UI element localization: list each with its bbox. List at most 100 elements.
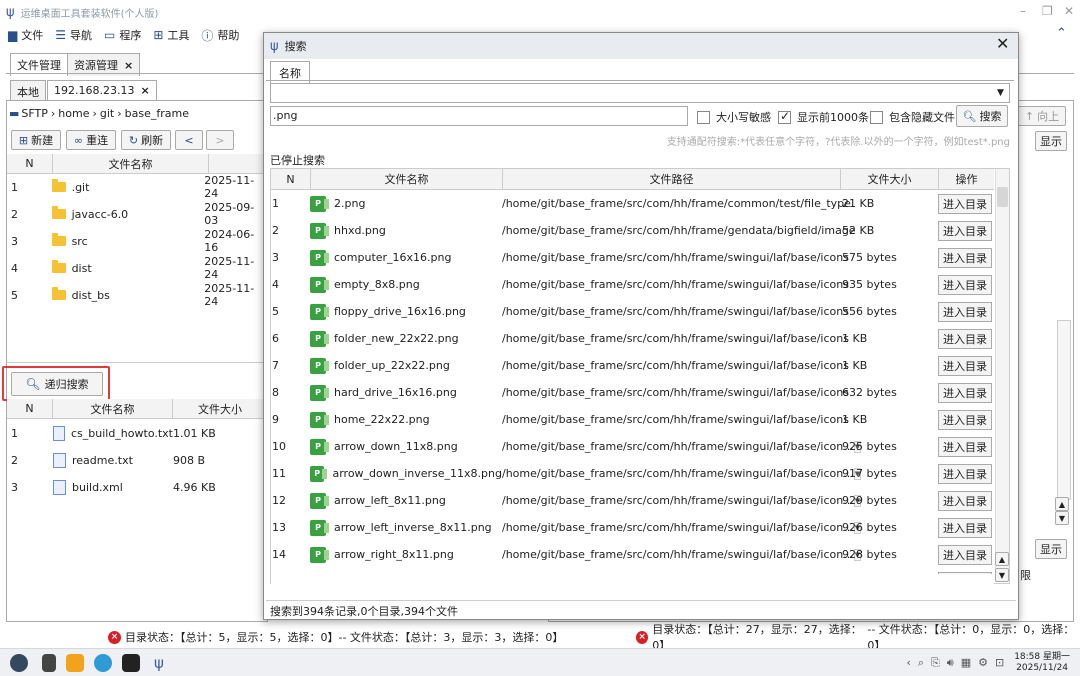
status-left: × 目录状态：【总计：5，显示：5，选择：0】 -- 文件状态：【总计：3，显示：… (108, 627, 563, 647)
app-logo-icon[interactable]: ψ (150, 654, 168, 672)
row-path: /home/git/base_frame/src/com/hh/frame/sw… (502, 251, 849, 264)
col-path[interactable]: 文件路径 (503, 169, 841, 189)
enter-directory-button[interactable]: 进入目录 (938, 544, 992, 565)
recursive-search-button[interactable]: 🔍︎ 递归搜索 (11, 372, 103, 396)
enter-directory-button[interactable]: 进入目录 (938, 382, 992, 403)
file-manager-icon[interactable] (66, 653, 84, 672)
scroll-up-button[interactable]: ▲ (1055, 497, 1069, 511)
scroll-down-button[interactable]: ▼ (1055, 511, 1069, 525)
result-row[interactable]: 7 Pfolder_up_22x22.png /home/git/base_fr… (270, 352, 1010, 379)
multitask-view-icon[interactable] (42, 653, 56, 672)
result-row[interactable]: 9 Phome_22x22.png /home/git/base_frame/s… (270, 406, 1010, 433)
breadcrumb-item[interactable]: base_frame (125, 107, 189, 120)
close-tab-icon[interactable]: × (124, 59, 133, 72)
table-row[interactable]: 5 dist_bs 2025-11-24 (11, 282, 266, 308)
show-button[interactable]: 显示 (1035, 131, 1067, 151)
row-date: 2025-09-03 (204, 201, 255, 227)
search-input[interactable]: .png (270, 106, 688, 126)
refresh-button[interactable]: ↻ 刷新 (121, 130, 171, 150)
table-row[interactable]: 1 .git 2025-11-24 (11, 174, 266, 200)
breadcrumb-item[interactable]: home (58, 107, 89, 120)
enter-directory-button[interactable]: 进入目录 (938, 436, 992, 457)
col-name[interactable]: 文件名称 (53, 399, 173, 418)
refresh-icon: ↻ (128, 133, 139, 147)
enter-directory-button[interactable]: 进入目录 (938, 220, 992, 241)
result-row[interactable]: 14 Parrow_right_8x11.png /home/git/base_… (270, 541, 1010, 568)
result-row[interactable]: 5 Pfloppy_drive_16x16.png /home/git/base… (270, 298, 1010, 325)
breadcrumb-root[interactable]: SFTP (21, 107, 47, 120)
col-name[interactable]: 文件名称 (311, 169, 503, 189)
enter-directory-button[interactable]: 进入目录 (938, 247, 992, 268)
enter-directory-button[interactable]: 进入目录 (938, 301, 992, 322)
png-file-icon: P (310, 465, 329, 482)
enter-directory-button[interactable]: 进入目录 (938, 274, 992, 295)
result-row[interactable]: 13 Parrow_left_inverse_8x11.png /home/gi… (270, 514, 1010, 541)
col-n[interactable]: N (7, 399, 53, 418)
back-button[interactable]: < (175, 130, 203, 150)
browser-icon[interactable] (94, 653, 112, 672)
tab-remote-host[interactable]: 192.168.23.13 × (47, 80, 157, 100)
col-size[interactable]: 文件大小 (841, 169, 939, 189)
menu-tools[interactable]: ⊞ 工具 (153, 27, 189, 43)
right-scrollbar[interactable] (1057, 320, 1071, 500)
result-row[interactable]: 10 Parrow_down_11x8.png /home/git/base_f… (270, 433, 1010, 460)
enter-directory-button[interactable]: 进入目录 (938, 193, 992, 214)
enter-directory-button[interactable]: 进入目录 (938, 355, 992, 376)
row-size: 52 KB (842, 224, 875, 237)
search-scope-select[interactable] (270, 83, 1010, 103)
close-window-button[interactable]: ✕ (1064, 4, 1074, 18)
result-row[interactable]: 2 Phhxd.png /home/git/base_frame/src/com… (270, 217, 1010, 244)
table-row[interactable]: 1 cs_build_howto.txt 1.01 KB (11, 423, 266, 443)
new-button[interactable]: ⊞ 新建 (11, 130, 61, 150)
show-button-2[interactable]: 显示 (1035, 539, 1067, 559)
start-menu-icon[interactable] (10, 653, 28, 672)
limit-label: 限 (1020, 569, 1031, 582)
reconnect-button[interactable]: ∞ 重连 (66, 130, 116, 150)
result-row[interactable]: 12 Parrow_left_8x11.png /home/git/base_f… (270, 487, 1010, 514)
col-name[interactable]: 文件名称 (53, 154, 209, 173)
forward-button[interactable]: > (206, 130, 234, 150)
close-dialog-button[interactable]: ✕ (996, 34, 1009, 53)
enter-directory-button[interactable]: 进入目录 (938, 517, 992, 538)
table-row[interactable]: 3 build.xml 4.96 KB (11, 477, 266, 497)
terminal-icon[interactable] (122, 653, 140, 672)
table-row[interactable]: 2 javacc-6.0 2025-09-03 (11, 201, 266, 227)
col-date[interactable] (209, 154, 267, 173)
case-sensitive-checkbox[interactable]: 大小写敏感 (697, 109, 771, 125)
include-hidden-checkbox[interactable]: 包含隐藏文件 (870, 109, 955, 125)
collapse-icon[interactable]: ⌃ (1056, 26, 1067, 41)
col-action[interactable]: 操作 (939, 169, 994, 189)
row-date: 2025-11-24 (204, 255, 255, 281)
tray-icons[interactable]: ‹ ⌕ ⎘ 🔊︎ ▦ ⚙︎ ⊡ (906, 656, 1004, 670)
enter-directory-button[interactable]: 进入目录 (938, 409, 992, 430)
enter-directory-button[interactable]: 进入目录 (938, 463, 992, 484)
enter-directory-button[interactable]: 进入目录 (938, 328, 992, 349)
table-row[interactable]: 2 readme.txt 908 B (11, 450, 266, 470)
col-size[interactable]: 文件大小 (173, 399, 267, 418)
table-row[interactable]: 4 dist 2025-11-24 (11, 255, 266, 281)
table-row[interactable]: 3 src 2024-06-16 (11, 228, 266, 254)
minimize-button[interactable]: – (1020, 4, 1026, 18)
result-row[interactable]: 8 Phard_drive_16x16.png /home/git/base_f… (270, 379, 1010, 406)
result-row[interactable]: 3 Pcomputer_16x16.png /home/git/base_fra… (270, 244, 1010, 271)
up-button[interactable]: ↑ 向上 (1018, 106, 1066, 126)
chevron-down-icon[interactable]: ▼ (992, 84, 1009, 102)
col-n[interactable]: N (271, 169, 311, 189)
result-row[interactable]: 11 Parrow_down_inverse_11x8.png /home/gi… (270, 460, 1010, 487)
result-row[interactable]: 6 Pfolder_new_22x22.png /home/git/base_f… (270, 325, 1010, 352)
col-n[interactable]: N (7, 154, 53, 173)
breadcrumb-item[interactable]: git (100, 107, 114, 120)
splitter[interactable] (7, 362, 267, 363)
menu-help[interactable]: ⓘ 帮助 (201, 27, 239, 44)
menu-file[interactable]: ▆ 文件 (8, 27, 43, 43)
menu-program[interactable]: ▭ 程序 (104, 27, 141, 43)
menu-nav[interactable]: ☰ 导航 (55, 27, 92, 43)
clock[interactable]: 18:58 星期一 2025/11/24 (1014, 652, 1070, 674)
close-tab-icon[interactable]: × (140, 84, 149, 97)
enter-directory-button[interactable]: 进入目录 (938, 490, 992, 511)
result-row[interactable]: 1 P 2.png /home/git/base_frame/src/com/hh… (270, 190, 1010, 217)
search-button[interactable]: 🔍︎ 搜索 (956, 105, 1008, 127)
restore-button[interactable]: ❐ (1042, 4, 1053, 18)
result-row[interactable]: 4 Pempty_8x8.png /home/git/base_frame/sr… (270, 271, 1010, 298)
show-first-1000-checkbox[interactable]: 显示前1000条 (778, 109, 869, 125)
